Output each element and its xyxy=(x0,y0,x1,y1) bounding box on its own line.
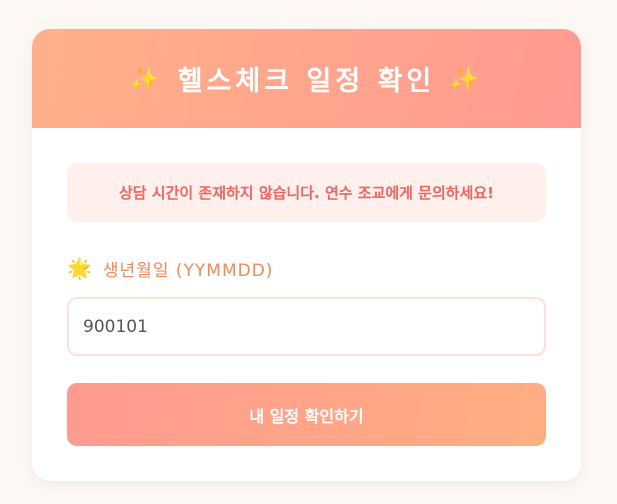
sparkle-icon: ✨ xyxy=(449,64,484,93)
birthdate-label-text: 생년월일 (YYMMDD) xyxy=(102,260,274,281)
sparkle-icon: ✨ xyxy=(129,64,164,93)
card-header: ✨ 헬스체크 일정 확인 ✨ xyxy=(32,29,581,128)
error-alert: 상담 시간이 존재하지 않습니다. 연수 조교에게 문의하세요! xyxy=(67,163,546,222)
birthdate-label: 🌟 생년월일 (YYMMDD) xyxy=(67,254,273,282)
check-schedule-button[interactable]: 내 일정 확인하기 xyxy=(67,383,546,446)
star-icon: 🌟 xyxy=(67,256,93,280)
schedule-card: ✨ 헬스체크 일정 확인 ✨ 상담 시간이 존재하지 않습니다. 연수 조교에게… xyxy=(32,29,581,481)
birthdate-input[interactable] xyxy=(67,297,546,356)
page-title: 헬스체크 일정 확인 xyxy=(177,66,436,97)
alert-message: 상담 시간이 존재하지 않습니다. 연수 조교에게 문의하세요! xyxy=(118,184,495,202)
